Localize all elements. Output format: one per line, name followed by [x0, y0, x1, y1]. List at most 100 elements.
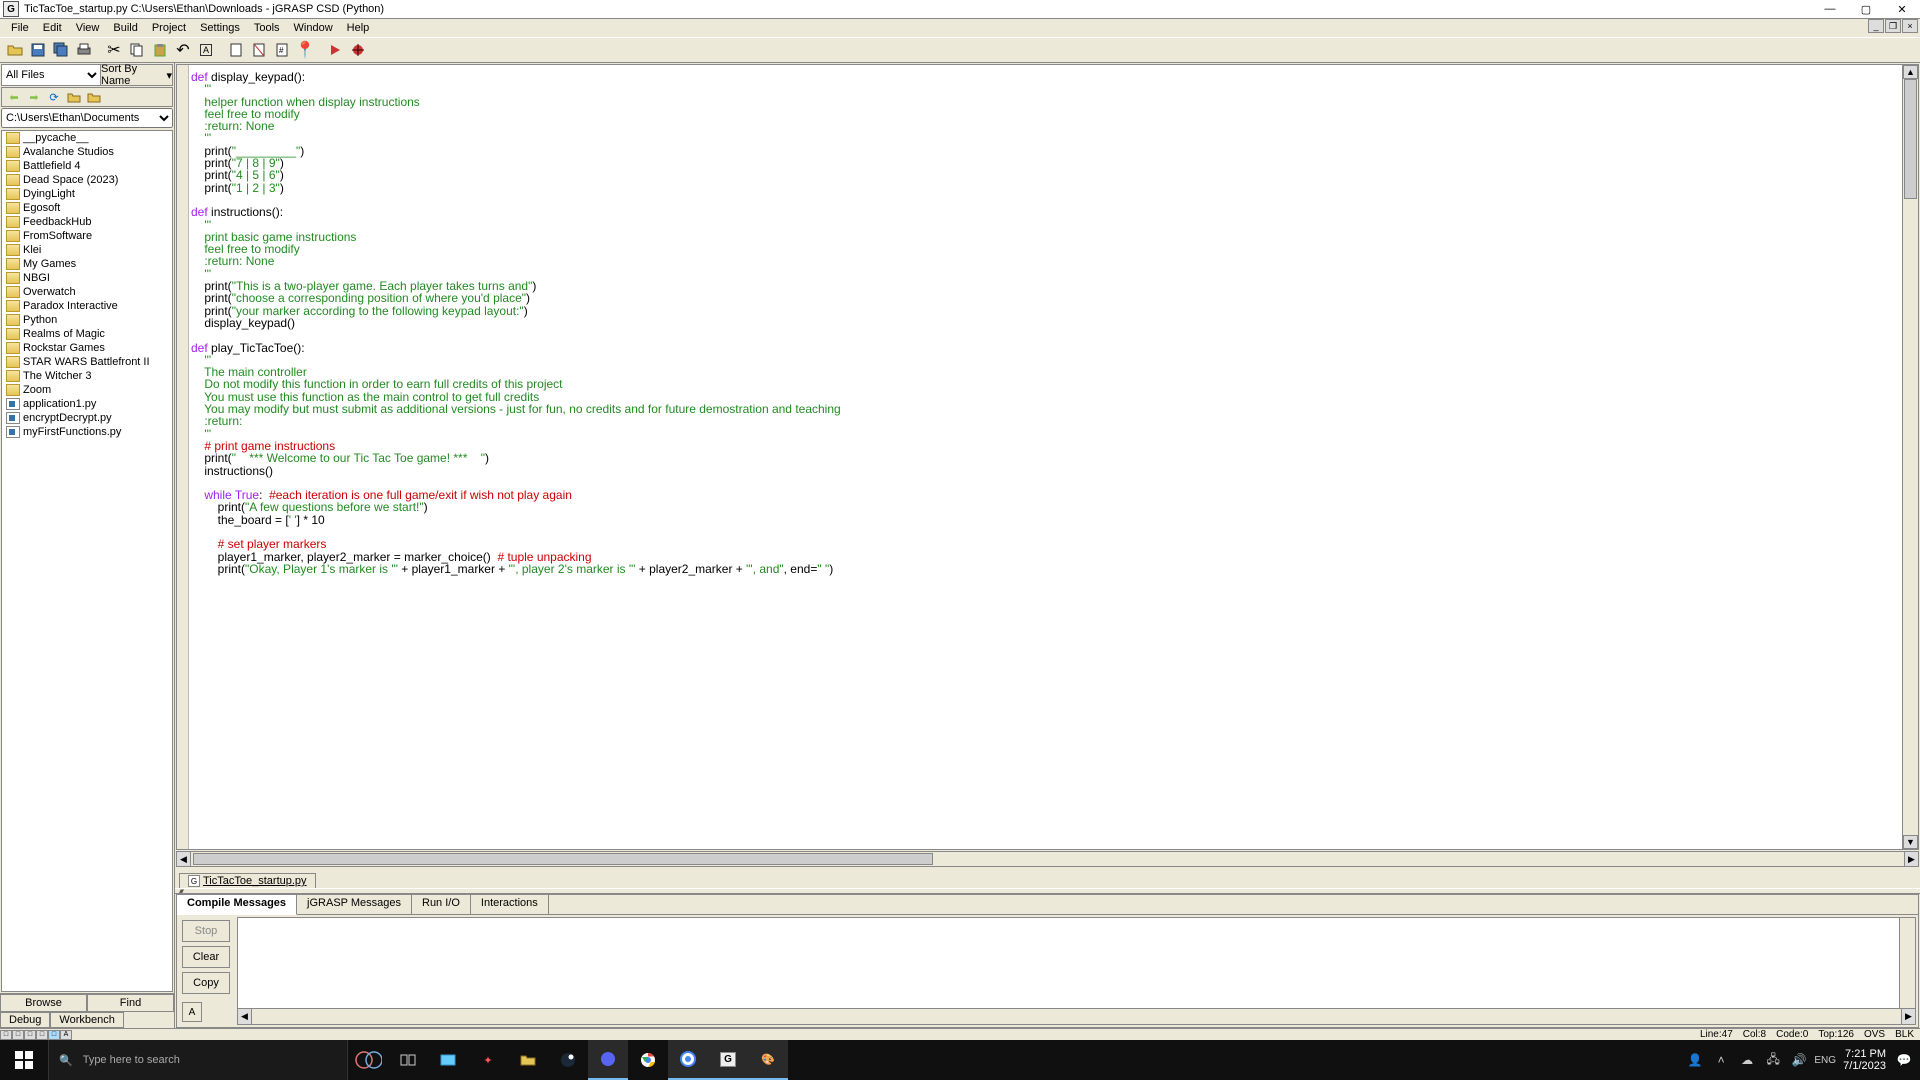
taskbar-app-chrome2-icon[interactable] — [668, 1040, 708, 1080]
tree-item[interactable]: Python — [2, 313, 172, 327]
menu-tools[interactable]: Tools — [247, 21, 287, 35]
tree-item[interactable]: application1.py — [2, 397, 172, 411]
messages-tab-jgrasp-messages[interactable]: jGRASP Messages — [297, 895, 412, 914]
code-editor[interactable]: def display_keypad(): ''' helper functio… — [189, 65, 1902, 849]
open-icon[interactable] — [4, 39, 26, 61]
taskbar-app-steam-icon[interactable] — [548, 1040, 588, 1080]
browse-tab[interactable]: Browse — [0, 994, 87, 1012]
mdi-minimize-button[interactable]: _ — [1868, 19, 1884, 33]
close-button[interactable]: ✕ — [1884, 1, 1920, 18]
taskbar-app-mail-icon[interactable] — [428, 1040, 468, 1080]
save-all-icon[interactable] — [50, 39, 72, 61]
taskbar-app-paint-icon[interactable]: 🎨 — [748, 1040, 788, 1080]
tray-onedrive-icon[interactable]: ☁ — [1739, 1052, 1755, 1068]
mdi-restore-button[interactable]: ❐ — [1885, 19, 1901, 33]
tree-item[interactable]: FromSoftware — [2, 229, 172, 243]
cortana-icon[interactable] — [352, 1044, 384, 1076]
tree-item[interactable]: DyingLight — [2, 187, 172, 201]
tree-item[interactable]: The Witcher 3 — [2, 369, 172, 383]
debug-tab[interactable]: Debug — [0, 1012, 50, 1028]
sb-icon-3[interactable]: □ — [24, 1030, 36, 1040]
scroll-down-icon[interactable]: ▼ — [1903, 835, 1918, 849]
paste-icon[interactable] — [149, 39, 171, 61]
tree-item[interactable]: Rockstar Games — [2, 341, 172, 355]
sb-icon-1[interactable]: □ — [0, 1030, 12, 1040]
copy-icon[interactable] — [126, 39, 148, 61]
save-icon[interactable] — [27, 39, 49, 61]
nav-back-icon[interactable]: ⬅ — [6, 89, 22, 105]
tree-item[interactable]: Avalanche Studios — [2, 145, 172, 159]
tree-item[interactable]: Paradox Interactive — [2, 299, 172, 313]
tray-network-icon[interactable]: 🖧 — [1765, 1052, 1781, 1068]
scroll-left-icon[interactable]: ◀ — [177, 852, 191, 866]
tree-item[interactable]: FeedbackHub — [2, 215, 172, 229]
tray-volume-icon[interactable]: 🔊 — [1791, 1052, 1807, 1068]
taskbar-app-explorer-icon[interactable] — [508, 1040, 548, 1080]
scroll-up-icon[interactable]: ▲ — [1903, 65, 1918, 79]
tree-item[interactable]: Overwatch — [2, 285, 172, 299]
csd-generate-icon[interactable] — [225, 39, 247, 61]
tree-item[interactable]: Realms of Magic — [2, 327, 172, 341]
editor-vertical-scrollbar[interactable]: ▲ ▼ — [1902, 65, 1918, 849]
cut-icon[interactable]: ✂ — [103, 39, 125, 61]
menu-view[interactable]: View — [69, 21, 107, 35]
start-button[interactable] — [0, 1040, 48, 1080]
print-icon[interactable] — [73, 39, 95, 61]
maximize-button[interactable]: ▢ — [1848, 1, 1884, 18]
output-vertical-scrollbar[interactable] — [1899, 918, 1915, 1008]
home-folder-icon[interactable] — [86, 89, 102, 105]
messages-tab-compile-messages[interactable]: Compile Messages — [177, 895, 297, 915]
tree-item[interactable]: NBGI — [2, 271, 172, 285]
menu-edit[interactable]: Edit — [36, 21, 69, 35]
find-tab[interactable]: Find — [87, 994, 174, 1012]
nav-forward-icon[interactable]: ➡ — [26, 89, 42, 105]
sb-icon-2[interactable]: □ — [12, 1030, 24, 1040]
up-folder-icon[interactable] — [66, 89, 82, 105]
tray-up-icon[interactable]: ˄ — [1713, 1052, 1729, 1068]
sb-icon-6[interactable]: A — [60, 1030, 72, 1040]
taskbar-app-jgrasp-icon[interactable]: G — [708, 1040, 748, 1080]
tray-notifications-icon[interactable]: 💬 — [1896, 1052, 1912, 1068]
output-area[interactable]: ◀ ▶ — [237, 917, 1916, 1025]
tray-clock[interactable]: 7:21 PM 7/1/2023 — [1843, 1048, 1886, 1072]
sb-icon-5[interactable]: □ — [48, 1030, 60, 1040]
tree-item[interactable]: Battlefield 4 — [2, 159, 172, 173]
tree-item[interactable]: Dead Space (2023) — [2, 173, 172, 187]
undo-icon[interactable]: ↶ — [172, 39, 194, 61]
messages-tab-run-i-o[interactable]: Run I/O — [412, 895, 471, 914]
menu-window[interactable]: Window — [287, 21, 340, 35]
menu-project[interactable]: Project — [145, 21, 193, 35]
autoscroll-icon[interactable]: A — [182, 1002, 202, 1022]
tree-item[interactable]: __pycache__ — [2, 131, 172, 145]
debug-icon[interactable] — [347, 39, 369, 61]
taskbar-search[interactable]: 🔍 Type here to search — [48, 1040, 348, 1080]
menu-settings[interactable]: Settings — [193, 21, 247, 35]
tray-lang-icon[interactable]: ENG — [1817, 1052, 1833, 1068]
taskbar-app-discord-icon[interactable] — [588, 1040, 628, 1080]
messages-tab-interactions[interactable]: Interactions — [471, 895, 549, 914]
file-filter-select[interactable]: All Files — [2, 65, 100, 85]
csd-remove-icon[interactable] — [248, 39, 270, 61]
scroll-thumb[interactable] — [1904, 79, 1917, 199]
tree-item[interactable]: STAR WARS Battlefront II — [2, 355, 172, 369]
tree-item[interactable]: Zoom — [2, 383, 172, 397]
tree-item[interactable]: Egosoft — [2, 201, 172, 215]
task-view-icon[interactable] — [388, 1040, 428, 1080]
pin-icon[interactable]: 📍 — [294, 39, 316, 61]
csd-number-icon[interactable]: # — [271, 39, 293, 61]
sb-icon-4[interactable]: □ — [36, 1030, 48, 1040]
tree-item[interactable]: encryptDecrypt.py — [2, 411, 172, 425]
run-icon[interactable] — [324, 39, 346, 61]
tree-item[interactable]: Klei — [2, 243, 172, 257]
refresh-icon[interactable]: ⟳ — [46, 89, 62, 105]
editor-horizontal-scrollbar[interactable]: ◀ ▶ — [176, 851, 1919, 867]
minimize-button[interactable]: — — [1812, 1, 1848, 18]
clear-button[interactable]: Clear — [182, 946, 230, 968]
horizontal-splitter[interactable] — [175, 888, 1920, 894]
file-tree[interactable]: __pycache__Avalanche StudiosBattlefield … — [1, 130, 173, 992]
stop-button[interactable]: Stop — [182, 920, 230, 942]
output-horizontal-scrollbar[interactable]: ◀ ▶ — [238, 1008, 1915, 1024]
menu-file[interactable]: File — [4, 21, 36, 35]
tree-item[interactable]: My Games — [2, 257, 172, 271]
out-scroll-right-icon[interactable]: ▶ — [1901, 1009, 1915, 1024]
